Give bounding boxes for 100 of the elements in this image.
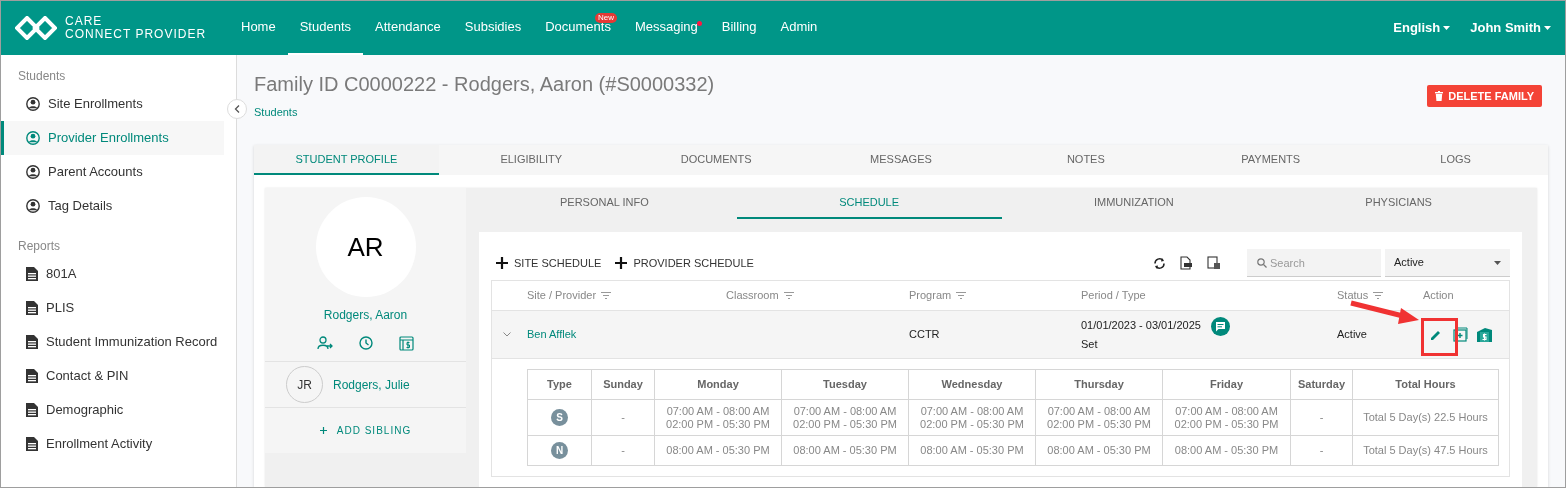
pdf-export-icon[interactable] xyxy=(1180,256,1193,270)
table-cell: - xyxy=(1291,400,1353,436)
section-heading: Students xyxy=(17,68,67,85)
filter-icon[interactable] xyxy=(956,292,967,299)
spreadsheet-export-icon[interactable] xyxy=(1207,256,1221,270)
add-schedule-button[interactable]: SITE SCHEDULE xyxy=(496,254,602,272)
money-icon[interactable] xyxy=(1476,326,1493,343)
sidebar-item[interactable]: Parent Accounts xyxy=(1,155,224,189)
sidebar-item[interactable]: 801A xyxy=(1,257,224,291)
type-badge: S xyxy=(551,409,568,426)
document-icon xyxy=(26,267,38,281)
tab[interactable]: MESSAGES xyxy=(808,145,994,175)
delete-family-button[interactable]: DELETE FAMILY xyxy=(1427,85,1542,107)
section-heading: Reports xyxy=(17,238,62,255)
nav-link[interactable]: Attendance xyxy=(363,1,453,55)
column-header: Period / Type xyxy=(1081,288,1146,304)
clock-icon[interactable] xyxy=(359,336,373,350)
ledger-icon[interactable] xyxy=(399,336,414,351)
new-badge: New xyxy=(594,13,617,23)
nav-link[interactable]: Documents New xyxy=(533,1,623,55)
nav-link[interactable]: Subsidies xyxy=(452,1,534,55)
pencil-icon xyxy=(1430,328,1442,341)
subtab[interactable]: IMMUNIZATION xyxy=(1001,188,1267,219)
user-menu[interactable]: John Smith xyxy=(1470,18,1551,38)
tab[interactable]: NOTES xyxy=(993,145,1179,175)
filter-icon[interactable] xyxy=(783,292,794,299)
document-icon xyxy=(26,369,38,383)
sidebar-item[interactable]: Site Enrollments xyxy=(1,87,224,121)
comment-icon[interactable] xyxy=(1210,316,1230,336)
column-header: Thursday xyxy=(1036,370,1163,400)
tab[interactable]: PAYMENTS xyxy=(1178,145,1364,175)
column-header: Sunday xyxy=(592,370,655,400)
sidebar-item[interactable]: Demographic xyxy=(1,393,224,427)
person-icon xyxy=(26,131,40,145)
column-header: Site / Provider xyxy=(527,288,597,304)
nav-link[interactable]: Billing xyxy=(709,1,769,55)
document-icon xyxy=(26,335,38,349)
column-header: Status xyxy=(1337,288,1369,304)
add-document-icon[interactable] xyxy=(1453,327,1468,342)
subtab[interactable]: PHYSICIANS xyxy=(1266,188,1531,219)
tab[interactable]: LOGS xyxy=(1363,145,1548,175)
refresh-icon[interactable] xyxy=(1153,256,1166,270)
document-icon xyxy=(26,301,38,315)
search-field[interactable]: Search xyxy=(1247,249,1381,277)
table-cell: 07:00 AM - 08:00 AM 02:00 PM - 05:30 PM xyxy=(655,400,782,436)
caret-icon xyxy=(1494,260,1501,265)
add-schedule-button[interactable]: PROVIDER SCHEDULE xyxy=(615,254,754,272)
column-header: Wednesday xyxy=(909,370,1036,400)
annotation-arrow xyxy=(1349,299,1421,324)
table-cell: 08:00 AM - 05:30 PM xyxy=(1163,436,1291,466)
tab[interactable]: DOCUMENTS xyxy=(623,145,809,175)
sidebar-item[interactable]: Provider Enrollments xyxy=(1,121,224,155)
plus-icon xyxy=(496,257,508,269)
column-header: Total Hours xyxy=(1353,370,1499,400)
sidebar-item[interactable]: Tag Details xyxy=(1,189,224,223)
chevron-icon[interactable] xyxy=(503,332,511,337)
subtab[interactable]: PERSONAL INFO xyxy=(472,188,737,219)
status-dropdown[interactable]: Active xyxy=(1385,249,1510,277)
column-header: Action xyxy=(1423,288,1454,304)
table-cell-text: CCTR xyxy=(909,327,940,343)
table-cell: - xyxy=(592,400,655,436)
caret-icon xyxy=(1443,26,1451,30)
column-header: Type xyxy=(528,370,592,400)
add-sibling-button[interactable]: ADD SIBLING xyxy=(265,407,466,453)
column-header: Friday xyxy=(1163,370,1291,400)
column-header: Classroom xyxy=(726,288,779,304)
trash-icon xyxy=(1435,91,1444,101)
highlight-frame xyxy=(1421,317,1458,356)
subtab[interactable]: SCHEDULE xyxy=(736,188,1002,219)
column-header: Monday xyxy=(655,370,782,400)
plus-icon xyxy=(319,427,327,434)
document-icon xyxy=(26,403,38,417)
nav-link[interactable]: Home xyxy=(229,1,288,55)
table-cell: 08:00 AM - 05:30 PM xyxy=(1036,436,1163,466)
caret-icon xyxy=(1544,26,1551,30)
chevron-left-icon xyxy=(234,105,240,113)
table-cell: 08:00 AM - 05:30 PM xyxy=(655,436,782,466)
sibling-name[interactable]: Rodgers, Julie xyxy=(333,375,410,394)
sidebar-item[interactable]: PLIS xyxy=(1,291,224,325)
table-cell: 08:00 AM - 05:30 PM xyxy=(782,436,909,466)
breadcrumb-link[interactable]: Students xyxy=(254,104,715,121)
sidebar-item[interactable]: Contact & PIN xyxy=(1,359,224,393)
nav-link[interactable]: Admin xyxy=(768,1,830,55)
logo-text: CARE xyxy=(65,15,104,28)
nav-link[interactable]: Messaging xyxy=(622,1,710,55)
logo-icon xyxy=(15,16,57,40)
table-cell-text: Active xyxy=(1337,327,1367,343)
filter-icon[interactable] xyxy=(601,292,612,299)
person-arrow-icon[interactable] xyxy=(317,336,333,350)
document-icon xyxy=(26,437,38,451)
person-icon xyxy=(26,199,40,213)
sidebar-item[interactable]: Student Immunization Record xyxy=(1,325,224,359)
tab[interactable]: ELIGIBILITY xyxy=(438,145,624,175)
provider-link[interactable]: Ben Afflek xyxy=(527,326,577,343)
table-cell: 07:00 AM - 08:00 AM 02:00 PM - 05:30 PM xyxy=(1163,400,1291,436)
page-title: Family ID C0000222 - Rodgers, Aaron (#S0000332) xyxy=(254,72,715,96)
language-menu[interactable]: English xyxy=(1393,18,1451,38)
student-name[interactable]: Rodgers, Aaron xyxy=(323,306,408,324)
sidebar-item[interactable]: Enrollment Activity xyxy=(1,427,224,461)
filter-icon[interactable] xyxy=(1373,292,1384,299)
